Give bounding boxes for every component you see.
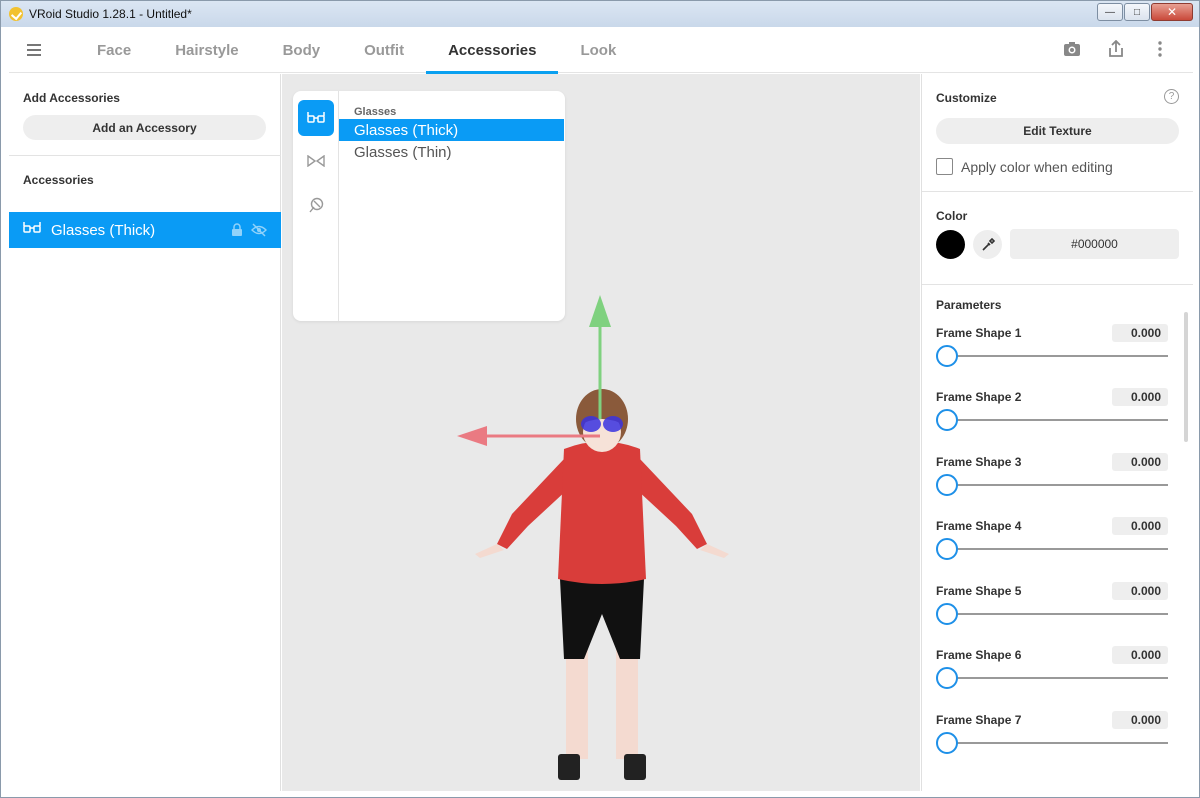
tab-accessories[interactable]: Accessories [426, 28, 559, 74]
bowtie-icon[interactable] [298, 143, 334, 179]
tab-face[interactable]: Face [75, 28, 153, 73]
parameter-label: Frame Shape 7 [936, 713, 1022, 727]
tab-label: Outfit [364, 41, 405, 59]
accessory-list-item[interactable]: Glasses (Thick) [9, 212, 281, 248]
picker-heading: Glasses [354, 106, 397, 118]
slider-knob[interactable] [936, 732, 958, 754]
slider-track[interactable] [946, 677, 1168, 679]
top-nav: Face Hairstyle Body Outfit Accessories L… [9, 28, 1193, 74]
window-title: VRoid Studio 1.28.1 - Untitled* [29, 7, 192, 21]
more-vertical-icon[interactable] [1151, 40, 1169, 58]
parameter-label: Frame Shape 1 [936, 326, 1022, 340]
parameter-slider: Frame Shape 5 0.000 [936, 582, 1168, 638]
slider-track[interactable] [946, 355, 1168, 357]
picker-option[interactable]: Glasses (Thick) [339, 119, 564, 141]
add-accessory-button[interactable]: Add an Accessory [23, 115, 266, 140]
parameter-label: Frame Shape 3 [936, 455, 1022, 469]
slider-track[interactable] [946, 419, 1168, 421]
parameter-slider: Frame Shape 6 0.000 [936, 646, 1168, 702]
parameter-value-field[interactable]: 0.000 [1112, 711, 1168, 729]
parameter-value-field[interactable]: 0.000 [1112, 453, 1168, 471]
parameter-slider: Frame Shape 4 0.000 [936, 517, 1168, 573]
tab-hairstyle[interactable]: Hairstyle [153, 28, 260, 73]
menu-icon[interactable] [27, 44, 41, 56]
slider-knob[interactable] [936, 538, 958, 560]
parameter-label: Frame Shape 4 [936, 519, 1022, 533]
parameters-title: Parameters [936, 298, 1002, 312]
parameter-slider: Frame Shape 3 0.000 [936, 453, 1168, 509]
parameter-slider: Frame Shape 1 0.000 [936, 324, 1168, 380]
left-panel: Add Accessories Add an Accessory Accesso… [9, 74, 281, 791]
parameter-value-field[interactable]: 0.000 [1112, 646, 1168, 664]
tab-body[interactable]: Body [261, 28, 343, 73]
tab-outfit[interactable]: Outfit [342, 28, 426, 73]
right-panel: Customize ? Edit Texture Apply color whe… [921, 74, 1193, 791]
pin-icon[interactable] [298, 187, 334, 223]
slider-track[interactable] [946, 484, 1168, 486]
divider [922, 191, 1193, 192]
apply-color-label: Apply color when editing [961, 158, 1113, 175]
slider-knob[interactable] [936, 409, 958, 431]
slider-knob[interactable] [936, 667, 958, 689]
title-bar[interactable]: VRoid Studio 1.28.1 - Untitled* — □ ✕ [1, 1, 1199, 27]
divider [922, 284, 1193, 285]
accessory-picker: Glasses Glasses (Thick) Glasses (Thin) [293, 91, 565, 321]
tab-label: Accessories [448, 41, 537, 59]
app-logo-icon [9, 7, 23, 21]
apply-color-checkbox[interactable] [936, 158, 953, 175]
export-icon[interactable] [1107, 40, 1125, 58]
camera-icon[interactable] [1063, 40, 1081, 58]
divider [9, 155, 281, 156]
glasses-category-icon[interactable] [298, 100, 334, 136]
parameter-label: Frame Shape 2 [936, 390, 1022, 404]
picker-category-bar [293, 91, 339, 321]
parameter-value-field[interactable]: 0.000 [1112, 388, 1168, 406]
slider-track[interactable] [946, 742, 1168, 744]
parameter-slider: Frame Shape 7 0.000 [936, 711, 1168, 767]
slider-knob[interactable] [936, 345, 958, 367]
visibility-off-icon[interactable] [251, 223, 267, 241]
edit-texture-button[interactable]: Edit Texture [936, 118, 1179, 144]
app-window: VRoid Studio 1.28.1 - Untitled* — □ ✕ Fa… [0, 0, 1200, 798]
color-hex-field[interactable]: #000000 [1010, 229, 1179, 259]
nav-actions [1063, 40, 1169, 58]
glasses-icon [23, 221, 41, 239]
parameter-label: Frame Shape 5 [936, 584, 1022, 598]
tab-label: Face [97, 41, 132, 59]
color-title: Color [936, 209, 968, 223]
help-icon[interactable]: ? [1164, 89, 1179, 104]
color-swatch[interactable] [936, 230, 965, 259]
tab-look[interactable]: Look [558, 28, 638, 73]
accessory-item-label: Glasses (Thick) [51, 221, 156, 239]
lock-icon[interactable] [231, 223, 243, 241]
slider-knob[interactable] [936, 603, 958, 625]
tab-label: Look [580, 41, 617, 59]
parameter-value-field[interactable]: 0.000 [1112, 324, 1168, 342]
parameter-value-field[interactable]: 0.000 [1112, 582, 1168, 600]
3d-viewport[interactable]: Glasses Glasses (Thick) Glasses (Thin) [282, 74, 920, 791]
picker-option[interactable]: Glasses (Thin) [339, 141, 564, 163]
accessory-item-actions [231, 223, 267, 241]
parameter-slider: Frame Shape 2 0.000 [936, 388, 1168, 444]
window-controls: — □ ✕ [1096, 3, 1193, 21]
tab-label: Hairstyle [175, 41, 239, 59]
scrollbar[interactable] [1184, 312, 1188, 442]
add-accessories-title: Add Accessories [23, 91, 120, 105]
apply-color-row[interactable]: Apply color when editing [936, 158, 1113, 175]
slider-track[interactable] [946, 548, 1168, 550]
minimize-button[interactable]: — [1097, 3, 1123, 21]
parameter-label: Frame Shape 6 [936, 648, 1022, 662]
maximize-button[interactable]: □ [1124, 3, 1150, 21]
close-button[interactable]: ✕ [1151, 3, 1193, 21]
slider-knob[interactable] [936, 474, 958, 496]
accessories-list-title: Accessories [23, 173, 94, 187]
slider-track[interactable] [946, 613, 1168, 615]
eyedropper-icon[interactable] [973, 230, 1002, 259]
tab-label: Body [282, 41, 321, 59]
parameter-value-field[interactable]: 0.000 [1112, 517, 1168, 535]
customize-title: Customize [936, 91, 997, 105]
